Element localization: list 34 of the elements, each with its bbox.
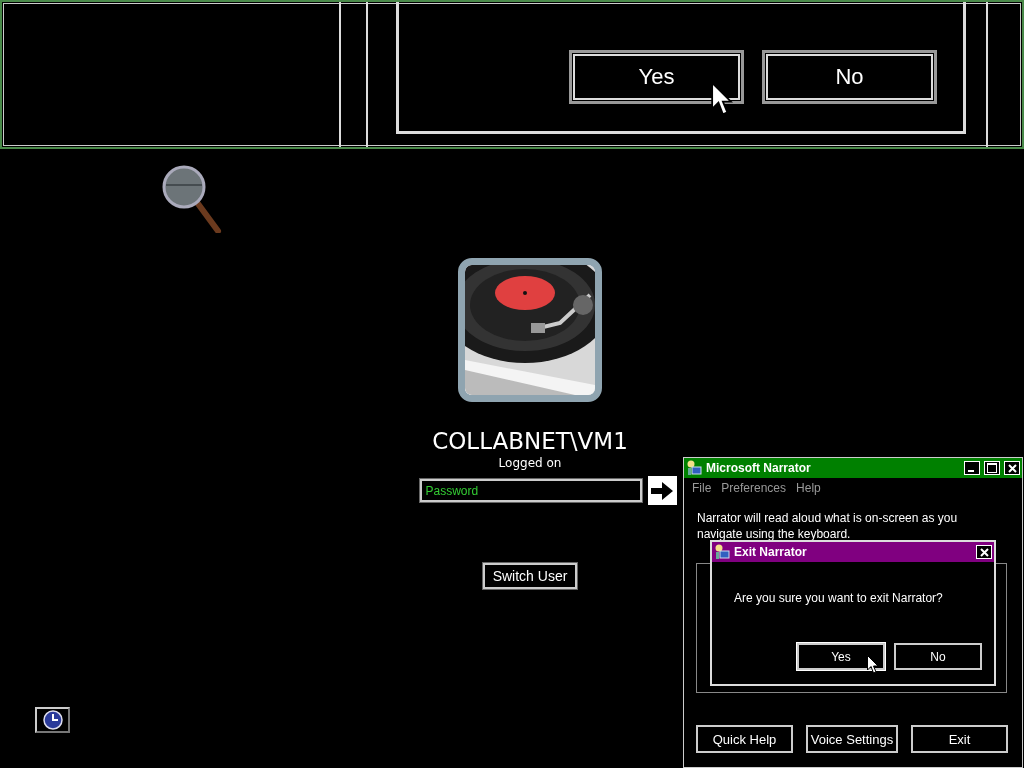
magnifier-icon [162,165,222,233]
arrow-icon [651,481,673,500]
cursor-icon [711,82,733,116]
submit-button[interactable] [647,476,677,505]
cursor-icon [867,655,879,674]
dialog-button[interactable]: Yes [797,643,885,670]
close-button[interactable] [976,545,992,559]
minimize-button[interactable] [964,461,980,475]
maximize-button[interactable] [984,461,1000,475]
window-button[interactable]: Quick Help [696,725,793,753]
app-icon [714,544,730,560]
window-button[interactable]: Exit [911,725,1008,753]
menu-item[interactable]: File [692,481,712,495]
magnified-button[interactable]: No [762,50,937,104]
switch-user-button[interactable]: Switch User [482,563,578,589]
app-icon [686,460,702,476]
ease-of-access-button[interactable] [35,707,70,733]
clock-icon [42,710,63,730]
close-button[interactable] [1004,461,1020,475]
window-title: Microsoft Narrator [706,461,812,475]
user-name: COLLABNET\VM1 [432,428,628,454]
dialog-button[interactable]: No [894,643,982,670]
magnified-button[interactable]: Yes [569,50,744,104]
menu-item[interactable]: Preferences [721,481,787,495]
close-icon [979,547,989,557]
menu-item[interactable]: Help [796,481,821,495]
maximize-icon [987,463,997,473]
password-field[interactable]: Password [419,479,642,502]
close-icon [1007,463,1017,473]
window-button[interactable]: Voice Settings [806,725,898,753]
dialog-title: Exit Narrator [734,545,808,559]
dialog-message: Are you sure you want to exit Narrator? [734,591,944,605]
description-text: Narrator will read aloud what is on-screen as you navigate using the keyboard. [697,510,959,542]
logon-status: Logged on [498,456,562,470]
